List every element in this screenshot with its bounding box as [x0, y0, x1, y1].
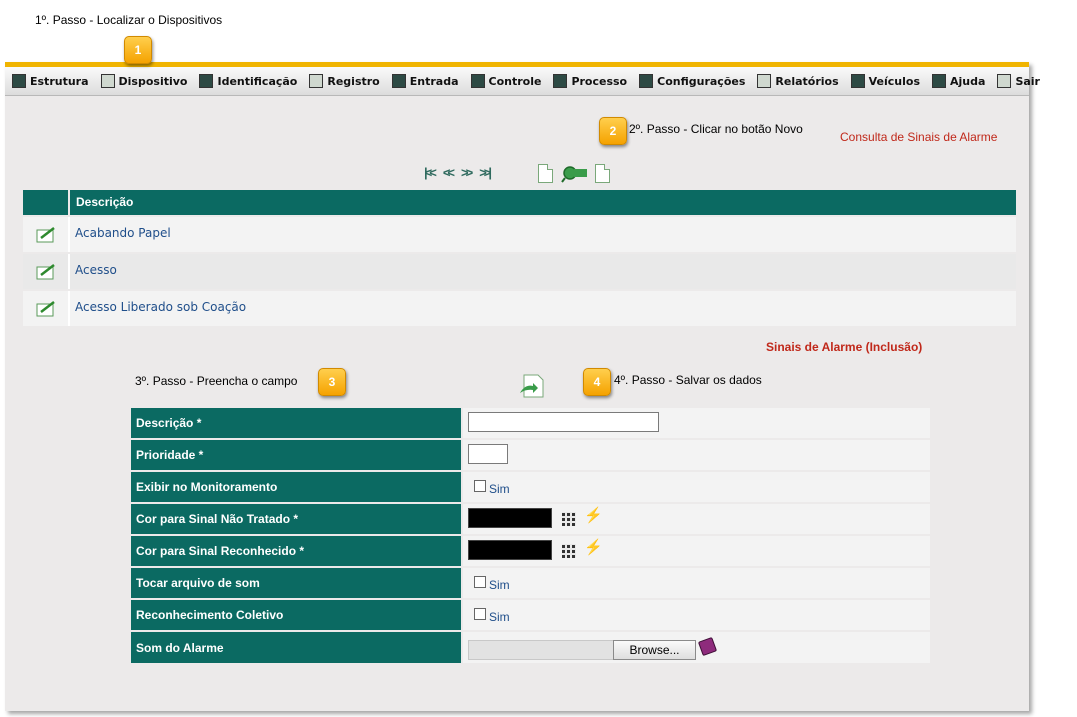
prioridade-label: Prioridade *	[131, 440, 461, 470]
menu-configuracoes[interactable]: Configurações	[639, 74, 745, 88]
menu-controle[interactable]: Controle	[470, 74, 541, 88]
edit-icon[interactable]	[35, 263, 57, 281]
form-row-descricao: Descrição *	[131, 408, 930, 438]
color-palette-icon[interactable]	[562, 512, 576, 526]
exibir-checkbox-label: Sim	[489, 482, 510, 496]
settings-icon	[639, 74, 654, 88]
device-icon	[100, 74, 115, 88]
inclusao-title: Sinais de Alarme (Inclusão)	[766, 340, 923, 354]
search-icon[interactable]	[561, 164, 589, 184]
menu-registro[interactable]: Registro	[309, 74, 380, 88]
tocar-som-checkbox[interactable]	[474, 576, 486, 588]
save-button[interactable]	[519, 373, 545, 399]
tocar-som-label: Tocar arquivo de som	[131, 568, 461, 598]
row-description-link[interactable]: Acesso	[70, 254, 1016, 289]
previous-page-button[interactable]: <<	[443, 165, 455, 180]
sound-library-icon[interactable]	[697, 636, 718, 657]
som-label: Som do Alarme	[131, 632, 461, 663]
descricao-input[interactable]	[468, 412, 659, 432]
form-row-som: Som do Alarme Browse...	[131, 632, 930, 663]
form-row-cor-reconhecido: Cor para Sinal Reconhecido * ⚡	[131, 536, 930, 566]
menu-dispositivo[interactable]: Dispositivo	[100, 74, 187, 88]
cor-nao-tratado-input[interactable]	[468, 508, 552, 528]
step-2-badge: 2	[599, 117, 627, 145]
inclusao-form: Descrição * Prioridade * Exibir no Monit…	[131, 408, 930, 665]
row-description-link[interactable]: Acesso Liberado sob Coação	[70, 291, 1016, 326]
reconhecimento-checkbox-label: Sim	[489, 610, 510, 624]
vehicle-icon	[850, 74, 865, 88]
form-row-cor-nao-tratado: Cor para Sinal Não Tratado * ⚡	[131, 504, 930, 534]
lock-icon	[757, 74, 772, 88]
form-row-prioridade: Prioridade *	[131, 440, 930, 470]
new-record-button[interactable]	[538, 164, 553, 183]
cor-reconhecido-label: Cor para Sinal Reconhecido *	[131, 536, 461, 566]
people-icon	[199, 74, 214, 88]
step-4-badge: 4	[583, 368, 611, 396]
som-file-path[interactable]	[468, 640, 614, 660]
first-page-button[interactable]: |<<	[424, 165, 437, 180]
prioridade-input[interactable]	[468, 444, 508, 464]
edit-icon[interactable]	[35, 226, 57, 244]
step-3-text: 3º. Passo - Preencha o campo	[135, 374, 298, 388]
pagination-nav: |<< << >> >>|	[424, 165, 492, 180]
control-icon	[470, 74, 485, 88]
menu-estrutura[interactable]: Estrutura	[12, 74, 89, 88]
cor-reconhecido-input[interactable]	[468, 540, 552, 560]
step-2-text: 2º. Passo - Clicar no botão Novo	[629, 122, 803, 136]
form-row-tocar-som: Tocar arquivo de som Sim	[131, 568, 930, 598]
tocar-som-checkbox-label: Sim	[489, 578, 510, 592]
edit-icon[interactable]	[35, 300, 57, 318]
menu-ajuda[interactable]: Ajuda	[932, 74, 985, 88]
step-1-text: 1º. Passo - Localizar o Dispositivos	[35, 13, 223, 27]
help-icon	[932, 74, 947, 88]
table-header: Descrição	[23, 190, 1016, 215]
menu-veiculos[interactable]: Veículos	[850, 74, 920, 88]
entry-icon	[391, 74, 406, 88]
tools-icon	[553, 74, 568, 88]
cor-nao-tratado-label: Cor para Sinal Não Tratado *	[131, 504, 461, 534]
browse-button[interactable]: Browse...	[613, 640, 696, 660]
row-description-link[interactable]: Acabando Papel	[70, 217, 1016, 252]
descricao-label: Descrição *	[131, 408, 461, 438]
structure-icon	[12, 74, 26, 88]
form-row-reconhecimento: Reconhecimento Coletivo Sim	[131, 600, 930, 630]
exibir-checkbox[interactable]	[474, 480, 486, 492]
form-row-exibir: Exibir no Monitoramento Sim	[131, 472, 930, 502]
consulta-table: Descrição Acabando Papel Acesso Acesso L…	[23, 190, 1016, 326]
return-list-button[interactable]	[595, 164, 610, 183]
step-3-badge: 3	[318, 368, 346, 396]
reconhecimento-checkbox[interactable]	[474, 608, 486, 620]
main-menu-bar: Estrutura Dispositivo Identificação Regi…	[5, 67, 1040, 96]
lightning-icon[interactable]: ⚡	[584, 538, 603, 556]
menu-processo[interactable]: Processo	[553, 74, 627, 88]
menu-relatorios[interactable]: Relatórios	[757, 74, 839, 88]
color-palette-icon[interactable]	[562, 544, 576, 558]
table-row: Acesso	[23, 254, 1016, 289]
table-row: Acesso Liberado sob Coação	[23, 291, 1016, 326]
lightning-icon[interactable]: ⚡	[584, 506, 603, 524]
exit-icon	[997, 74, 1012, 88]
consulta-title: Consulta de Sinais de Alarme	[840, 130, 998, 144]
register-icon	[309, 74, 324, 88]
step-4-text: 4º. Passo - Salvar os dados	[614, 373, 762, 387]
step-1-badge: 1	[124, 36, 152, 64]
menu-sair[interactable]: Sair	[997, 74, 1040, 88]
exibir-label: Exibir no Monitoramento	[131, 472, 461, 502]
last-page-button[interactable]: >>|	[479, 165, 492, 180]
reconhecimento-label: Reconhecimento Coletivo	[131, 600, 461, 630]
table-row: Acabando Papel	[23, 217, 1016, 252]
column-descricao: Descrição	[70, 190, 1016, 215]
menu-identificacao[interactable]: Identificação	[199, 74, 297, 88]
next-page-button[interactable]: >>	[461, 165, 473, 180]
menu-entrada[interactable]: Entrada	[391, 74, 459, 88]
